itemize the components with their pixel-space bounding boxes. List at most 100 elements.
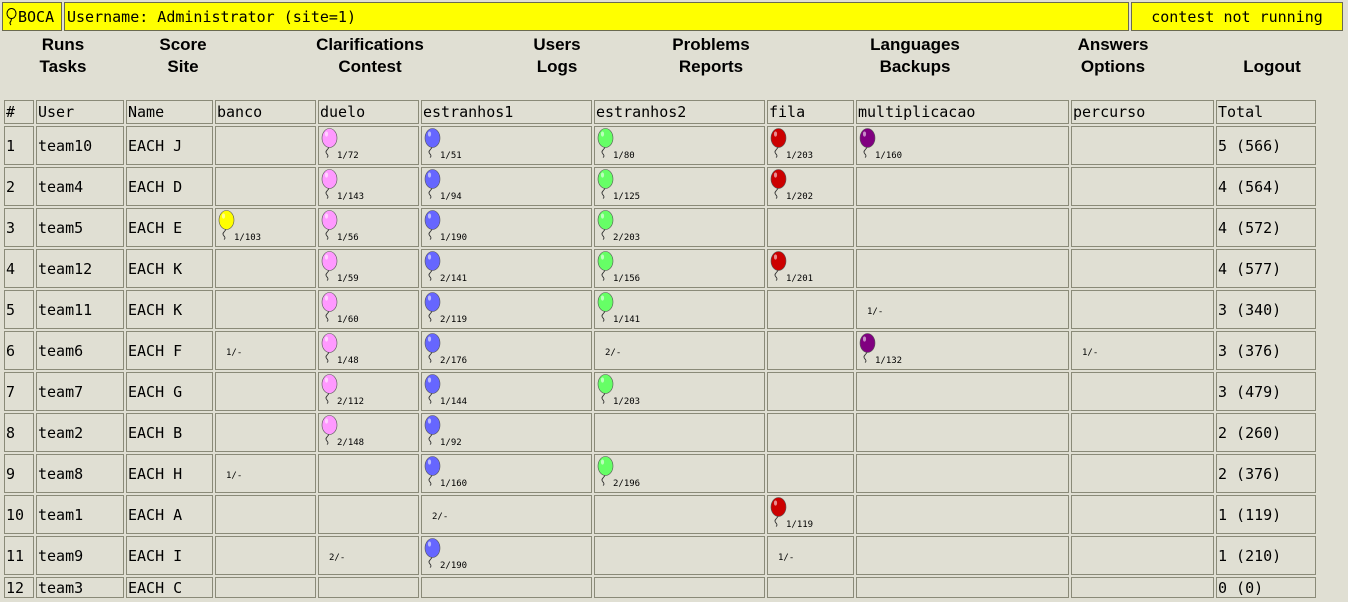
menu-options[interactable]: Options	[1081, 56, 1145, 78]
column-header-name: Name	[126, 100, 213, 124]
balloon-icon	[597, 251, 614, 281]
problem-cell-estranhos2: 2/-	[594, 331, 765, 370]
problem-cell-multiplicacao	[856, 208, 1069, 247]
name-cell: EACH K	[126, 249, 213, 288]
balloon-icon	[321, 251, 338, 281]
table-row: 6 team6 EACH F 1/- 1/48 2/176 2/- 1/132 1/- 3 (37…	[4, 331, 1316, 370]
problem-cell-duelo	[318, 577, 419, 598]
problem-cell-banco	[215, 126, 316, 165]
balloon-icon	[424, 374, 441, 404]
menu-problems[interactable]: Problems	[672, 34, 749, 56]
problem-score: 2/-	[329, 553, 346, 563]
table-row: 3 team5 EACH E 1/103 1/56 1/190 2/203 4 (572)	[4, 208, 1316, 247]
problem-score: 2/-	[605, 348, 622, 358]
scoreboard-table: # User Name banco duelo estranhos1 estranhos2 f…	[2, 98, 1318, 600]
menu-users[interactable]: Users	[533, 34, 580, 56]
problem-score: 1/56	[337, 233, 359, 243]
problem-cell-duelo: 1/59	[318, 249, 419, 288]
problem-cell-fila	[767, 413, 854, 452]
username-display: Username: Administrator (site=1)	[64, 2, 1129, 31]
menu-backups[interactable]: Backups	[880, 56, 951, 78]
problem-score: 1/143	[337, 192, 365, 202]
balloon-icon	[859, 128, 876, 158]
problem-cell-percurso	[1071, 372, 1214, 411]
problem-score: 2/112	[337, 397, 365, 407]
problem-cell-banco	[215, 249, 316, 288]
balloon-icon	[321, 292, 338, 322]
problem-cell-multiplicacao: 1/132	[856, 331, 1069, 370]
problem-score: 1/80	[613, 151, 635, 161]
balloon-icon	[424, 210, 441, 240]
rank-cell: 2	[4, 167, 34, 206]
problem-cell-estranhos2	[594, 577, 765, 598]
balloon-icon	[424, 456, 441, 486]
problem-score: 1/92	[440, 438, 462, 448]
menu-score[interactable]: Score	[159, 34, 206, 56]
problem-cell-fila	[767, 577, 854, 598]
problem-cell-percurso	[1071, 454, 1214, 493]
menu-logs[interactable]: Logs	[537, 56, 578, 78]
user-cell: team4	[36, 167, 124, 206]
boca-logo[interactable]: BOCA	[2, 2, 62, 31]
menu-languages[interactable]: Languages	[870, 34, 960, 56]
rank-cell: 8	[4, 413, 34, 452]
menu-answers[interactable]: Answers	[1078, 34, 1149, 56]
problem-cell-banco: 1/-	[215, 454, 316, 493]
problem-score: 2/-	[432, 512, 449, 522]
problem-cell-banco	[215, 536, 316, 575]
balloon-icon	[424, 292, 441, 322]
problem-score: 1/103	[234, 233, 262, 243]
rank-cell: 12	[4, 577, 34, 598]
problem-cell-percurso	[1071, 413, 1214, 452]
table-header-row: # User Name banco duelo estranhos1 estranhos2 f…	[4, 100, 1316, 124]
problem-cell-percurso	[1071, 208, 1214, 247]
menu-site[interactable]: Site	[167, 56, 198, 78]
rank-cell: 3	[4, 208, 34, 247]
column-header-rank: #	[4, 100, 34, 124]
menu-reports[interactable]: Reports	[679, 56, 743, 78]
problem-cell-fila	[767, 454, 854, 493]
problem-cell-estranhos2: 2/203	[594, 208, 765, 247]
table-row: 11 team9 EACH I 2/- 2/190 1/- 1 (210)	[4, 536, 1316, 575]
problem-cell-estranhos2: 1/203	[594, 372, 765, 411]
problem-cell-duelo: 2/148	[318, 413, 419, 452]
balloon-icon	[321, 210, 338, 240]
menu-contest[interactable]: Contest	[338, 56, 401, 78]
balloon-icon	[424, 415, 441, 445]
menu-runs[interactable]: Runs	[42, 34, 85, 56]
name-cell: EACH D	[126, 167, 213, 206]
menu-clarifications[interactable]: Clarifications	[316, 34, 424, 56]
table-row: 5 team11 EACH K 1/60 2/119 1/141 1/- 3 (340)	[4, 290, 1316, 329]
column-header-fila: fila	[767, 100, 854, 124]
column-header-multiplicacao: multiplicacao	[856, 100, 1069, 124]
problem-score: 1/190	[440, 233, 468, 243]
balloon-icon	[859, 333, 876, 363]
problem-cell-percurso	[1071, 126, 1214, 165]
problem-cell-multiplicacao	[856, 249, 1069, 288]
balloon-icon	[597, 292, 614, 322]
table-row: 9 team8 EACH H 1/- 1/160 2/196 2 (376)	[4, 454, 1316, 493]
problem-cell-estranhos1: 2/190	[421, 536, 592, 575]
total-cell: 4 (564)	[1216, 167, 1316, 206]
user-cell: team12	[36, 249, 124, 288]
balloon-icon	[424, 333, 441, 363]
menu-logout[interactable]: Logout	[1243, 56, 1301, 78]
problem-cell-fila: 1/201	[767, 249, 854, 288]
column-header-percurso: percurso	[1071, 100, 1214, 124]
total-cell: 2 (260)	[1216, 413, 1316, 452]
problem-cell-estranhos2: 1/141	[594, 290, 765, 329]
column-header-duelo: duelo	[318, 100, 419, 124]
problem-cell-percurso	[1071, 495, 1214, 534]
problem-score: 1/160	[440, 479, 468, 489]
total-cell: 1 (119)	[1216, 495, 1316, 534]
problem-cell-multiplicacao	[856, 372, 1069, 411]
total-cell: 3 (376)	[1216, 331, 1316, 370]
menu-col-logout: Logout	[1240, 34, 1304, 78]
problem-cell-banco: 1/-	[215, 331, 316, 370]
table-row: 4 team12 EACH K 1/59 2/141 1/156 1/201 4 (577)	[4, 249, 1316, 288]
balloon-icon	[321, 374, 338, 404]
menu-tasks[interactable]: Tasks	[40, 56, 87, 78]
balloon-icon	[597, 128, 614, 158]
balloon-icon	[597, 210, 614, 240]
balloon-icon	[321, 333, 338, 363]
